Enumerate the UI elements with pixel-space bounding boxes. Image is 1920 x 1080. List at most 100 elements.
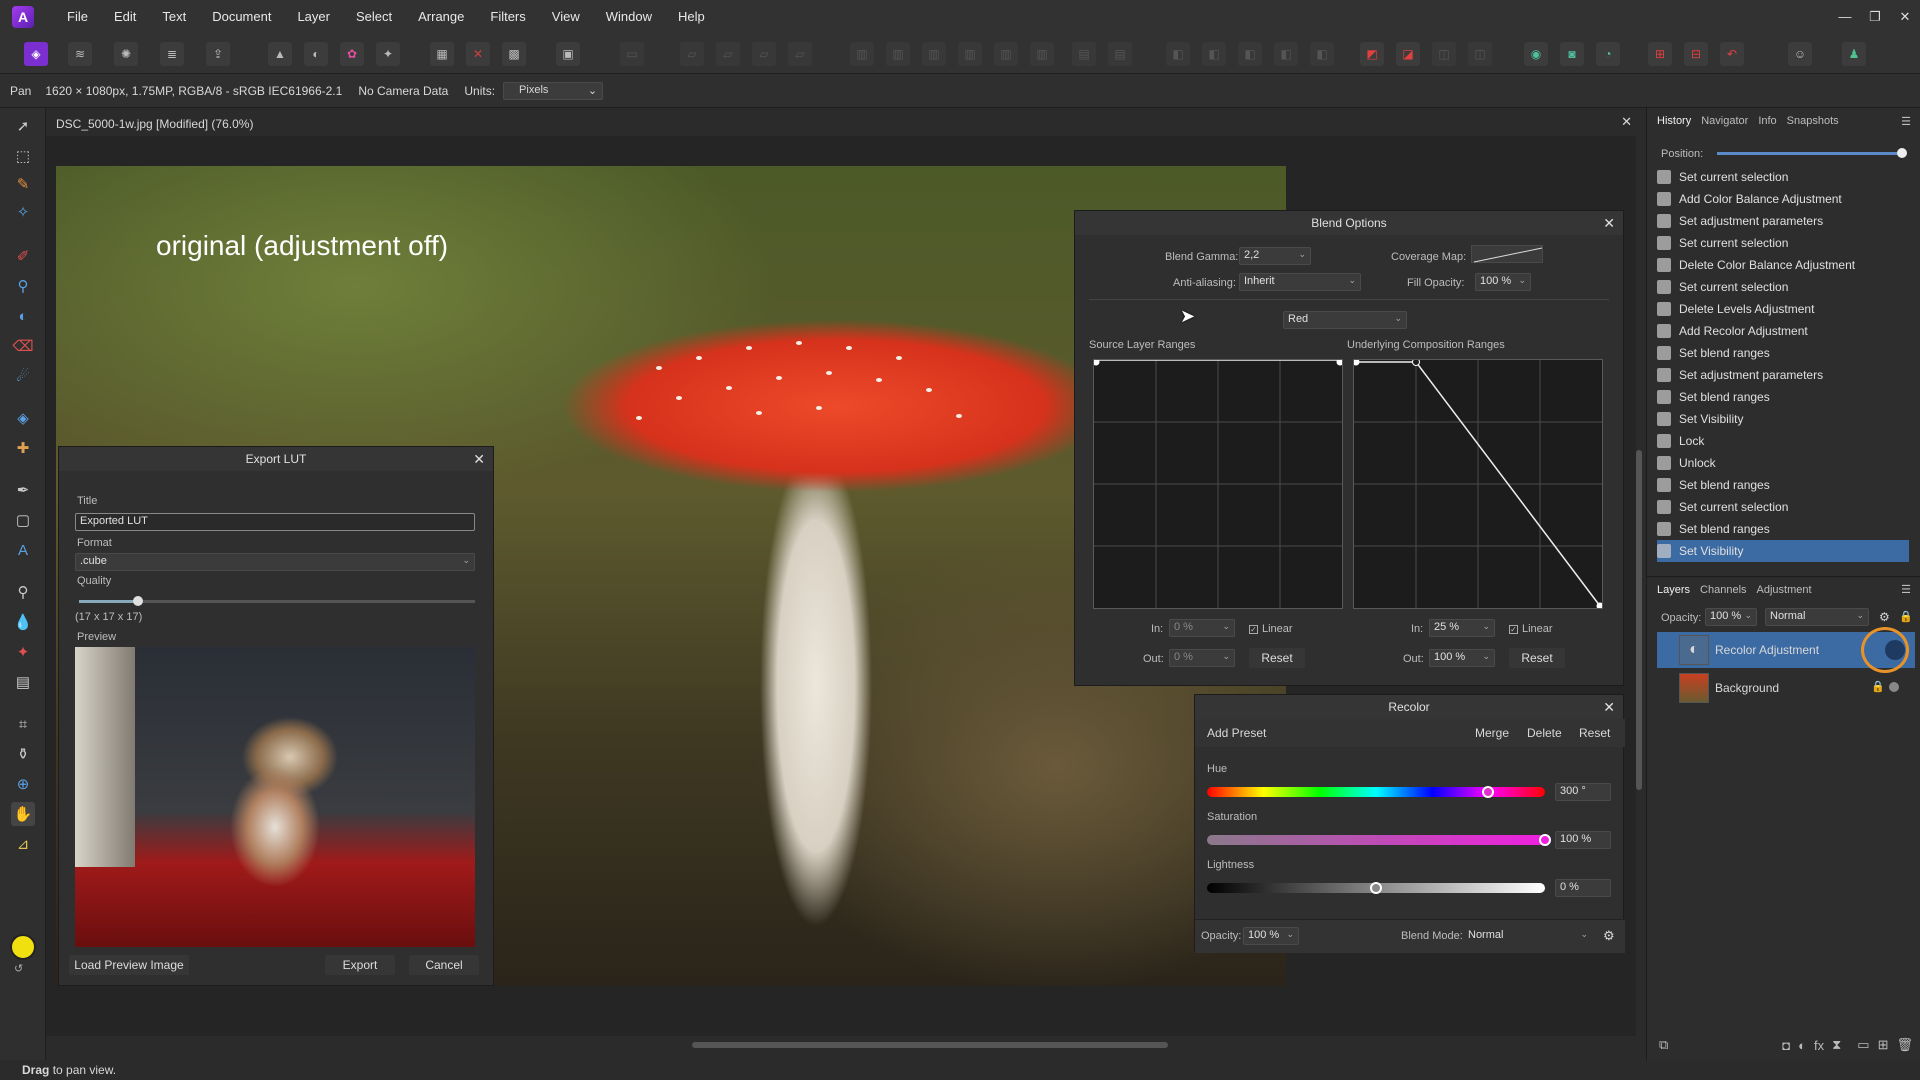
- layer-blend-select[interactable]: Normal ⌄: [1765, 608, 1869, 626]
- channel-select[interactable]: Red ⌄: [1283, 311, 1407, 329]
- boolean-icon[interactable]: ◧: [1166, 42, 1190, 66]
- mask-icon[interactable]: ◪: [1396, 42, 1420, 66]
- move-tool-icon[interactable]: ➚: [11, 114, 35, 138]
- hue-slider-handle[interactable]: [1481, 786, 1494, 798]
- tab-adjustment[interactable]: Adjustment: [1757, 584, 1812, 596]
- marquee-tool-icon[interactable]: ⬚: [11, 144, 35, 168]
- menu-window[interactable]: Window: [593, 0, 665, 34]
- source-reset-button[interactable]: Reset: [1249, 648, 1305, 668]
- anti-aliasing-select[interactable]: Inherit ⌄: [1239, 273, 1361, 291]
- add-mask-icon[interactable]: ◘: [1782, 1038, 1790, 1053]
- menu-file[interactable]: File: [54, 0, 101, 34]
- lightness-slider-handle[interactable]: [1370, 882, 1382, 894]
- undo-icon[interactable]: ↶: [1720, 42, 1744, 66]
- document-tab[interactable]: DSC_5000-1w.jpg [Modified] (76.0%) ✕: [46, 108, 1646, 136]
- add-preset-button[interactable]: Add Preset: [1207, 726, 1266, 740]
- selection-brush-icon[interactable]: ✎: [11, 172, 35, 196]
- lock-icon[interactable]: 🔒: [1899, 610, 1913, 623]
- history-item[interactable]: Set Visibility: [1657, 540, 1909, 562]
- blend-gamma-select[interactable]: 2,2 ⌄: [1239, 247, 1311, 265]
- transform-icon[interactable]: ▱: [680, 42, 704, 66]
- position-slider-handle[interactable]: [1897, 148, 1907, 158]
- live-filter-icon[interactable]: ⧗: [1832, 1037, 1841, 1053]
- shape-tool-icon[interactable]: ▢: [11, 508, 35, 532]
- mask-icon[interactable]: ◫: [1468, 42, 1492, 66]
- underlying-reset-button[interactable]: Reset: [1509, 648, 1565, 668]
- text-tool-icon[interactable]: A: [11, 538, 35, 562]
- underlying-in-field[interactable]: 25 % ⌄: [1429, 619, 1495, 637]
- history-item[interactable]: Set blend ranges: [1657, 342, 1909, 364]
- export-button[interactable]: Export: [325, 955, 395, 975]
- quality-slider[interactable]: [79, 596, 475, 606]
- assistant-icon[interactable]: ◉: [1524, 42, 1548, 66]
- format-select[interactable]: .cube ⌄: [75, 553, 475, 571]
- tab-layers[interactable]: Layers: [1657, 584, 1690, 596]
- history-item[interactable]: Lock: [1657, 430, 1909, 452]
- menu-select[interactable]: Select: [343, 0, 405, 34]
- history-item[interactable]: Set blend ranges: [1657, 518, 1909, 540]
- paint-brush-icon[interactable]: ✐: [11, 244, 35, 268]
- pen-tool-icon[interactable]: ✒: [11, 478, 35, 502]
- liquify-persona-icon[interactable]: ≋: [68, 42, 92, 66]
- transform-icon[interactable]: ▱: [788, 42, 812, 66]
- user-account-icon[interactable]: ♟: [1842, 42, 1866, 66]
- layer-background[interactable]: Background 🔒: [1657, 670, 1915, 706]
- position-slider[interactable]: [1717, 148, 1907, 158]
- horizontal-scrollbar[interactable]: [56, 1040, 1626, 1050]
- grid-icon[interactable]: ⊞: [1648, 42, 1672, 66]
- menu-text[interactable]: Text: [149, 0, 199, 34]
- lightness-slider[interactable]: [1207, 882, 1545, 894]
- reset-button[interactable]: Reset: [1579, 726, 1610, 740]
- develop-persona-icon[interactable]: ✺: [114, 42, 138, 66]
- photo-persona-icon[interactable]: ◈: [24, 42, 48, 66]
- history-item[interactable]: Set current selection: [1657, 276, 1909, 298]
- saturation-slider[interactable]: [1207, 834, 1551, 846]
- adjustment-icon[interactable]: ◐: [1798, 1038, 1806, 1053]
- history-item[interactable]: Add Color Balance Adjustment: [1657, 188, 1909, 210]
- refine-icon[interactable]: ▭: [620, 42, 644, 66]
- marquee-icon[interactable]: ▦: [430, 42, 454, 66]
- history-item[interactable]: Add Recolor Adjustment: [1657, 320, 1909, 342]
- crop-tool-icon[interactable]: ⌗: [11, 712, 35, 736]
- arrange-icon[interactable]: ▤: [1108, 42, 1132, 66]
- minimize-icon[interactable]: —: [1830, 0, 1860, 34]
- close-icon[interactable]: ✕: [1603, 695, 1615, 719]
- menu-document[interactable]: Document: [199, 0, 284, 34]
- quality-slider-handle[interactable]: [133, 596, 144, 606]
- gear-icon[interactable]: ⚙: [1879, 610, 1890, 624]
- source-linear-checkbox[interactable]: ✓ Linear: [1249, 623, 1293, 635]
- delete-button[interactable]: Delete: [1527, 726, 1562, 740]
- blend-mode-select[interactable]: Normal ⌄: [1463, 927, 1593, 945]
- red-eye-icon[interactable]: ✦: [11, 640, 35, 664]
- eraser-icon[interactable]: ⌫: [11, 334, 35, 358]
- load-preview-button[interactable]: Load Preview Image: [69, 955, 189, 975]
- menu-layer[interactable]: Layer: [284, 0, 343, 34]
- white-balance-icon[interactable]: ◐: [304, 42, 328, 66]
- history-item[interactable]: Set adjustment parameters: [1657, 210, 1909, 232]
- group-icon[interactable]: ▭: [1857, 1037, 1869, 1053]
- smudge-icon[interactable]: ☄: [11, 364, 35, 388]
- units-select[interactable]: Pixels ⌄: [503, 81, 604, 100]
- history-item[interactable]: Set adjustment parameters: [1657, 364, 1909, 386]
- title-input[interactable]: Exported LUT: [75, 513, 475, 531]
- history-item[interactable]: Delete Levels Adjustment: [1657, 298, 1909, 320]
- boolean-icon[interactable]: ◧: [1202, 42, 1226, 66]
- zoom-tool-icon[interactable]: ⊕: [11, 772, 35, 796]
- tone-mapping-persona-icon[interactable]: ≣: [160, 42, 184, 66]
- snapping-icon[interactable]: ◙: [1560, 42, 1584, 66]
- scrollbar-thumb[interactable]: [1636, 450, 1642, 790]
- tab-info[interactable]: Info: [1758, 115, 1776, 127]
- menu-arrange[interactable]: Arrange: [405, 0, 477, 34]
- cancel-button[interactable]: Cancel: [409, 955, 479, 975]
- underlying-ranges-graph[interactable]: [1352, 358, 1604, 610]
- tab-snapshots[interactable]: Snapshots: [1787, 115, 1839, 127]
- fx-icon[interactable]: fx: [1814, 1038, 1824, 1053]
- boolean-icon[interactable]: ◧: [1238, 42, 1262, 66]
- align-icon[interactable]: ▥: [886, 42, 910, 66]
- ruler-icon[interactable]: ⊿: [11, 832, 35, 856]
- mesh-warp-icon[interactable]: ▤: [11, 670, 35, 694]
- history-item[interactable]: Set current selection: [1657, 232, 1909, 254]
- align-icon[interactable]: ▥: [1030, 42, 1054, 66]
- opacity-select[interactable]: 100 % ⌄: [1243, 927, 1299, 945]
- history-item[interactable]: Set blend ranges: [1657, 474, 1909, 496]
